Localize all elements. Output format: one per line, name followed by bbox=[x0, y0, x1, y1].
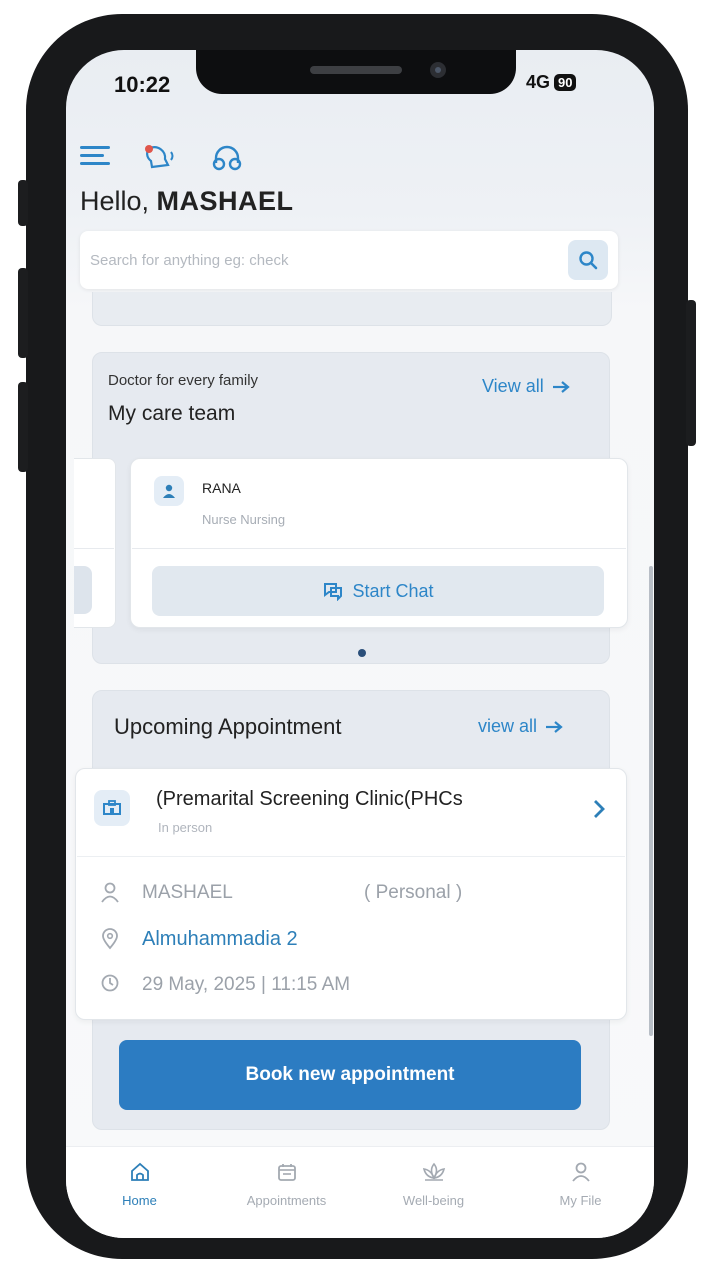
nav-label: Home bbox=[122, 1193, 157, 1208]
doctor-role: Nurse Nursing bbox=[202, 512, 286, 527]
appointment-section-title: Upcoming Appointment bbox=[114, 714, 342, 739]
appointment-card-divider bbox=[77, 856, 625, 857]
battery-icon: 90 bbox=[554, 74, 577, 91]
appointment-view-all-link[interactable]: view all bbox=[478, 716, 563, 737]
phone-power-button bbox=[686, 300, 696, 446]
appointment-datetime: 29 May, 2025 | 11:15 AM bbox=[142, 974, 351, 995]
arrow-right-icon bbox=[552, 380, 570, 393]
appointment-location[interactable]: Almuhammadia 2 bbox=[142, 928, 298, 951]
nav-label: Well-being bbox=[402, 1193, 465, 1208]
doctor-name: RANA bbox=[202, 480, 241, 496]
phone-side-button bbox=[18, 180, 28, 226]
notification-bell-icon[interactable] bbox=[138, 143, 178, 178]
calendar-icon bbox=[277, 1164, 296, 1181]
chat-icon bbox=[324, 583, 343, 601]
bottom-navigation: Home Appointments Well-being My File bbox=[66, 1146, 654, 1238]
clock-icon bbox=[100, 973, 120, 998]
nav-label: My File bbox=[559, 1193, 602, 1208]
clinic-name: (Premarital Screening Clinic(PHCs bbox=[156, 788, 463, 810]
book-new-appointment-button[interactable]: Book new appointment bbox=[119, 1040, 581, 1110]
previous-card-chat-button[interactable] bbox=[74, 566, 92, 614]
menu-icon[interactable] bbox=[80, 143, 112, 174]
search-input[interactable] bbox=[90, 245, 550, 275]
appointment-type: In person bbox=[158, 820, 213, 835]
start-chat-label: Start Chat bbox=[352, 580, 434, 601]
chevron-right-icon[interactable] bbox=[592, 798, 606, 825]
user-name: MASHAEL bbox=[156, 186, 294, 216]
greeting: Hello, MASHAEL bbox=[80, 186, 294, 217]
search-bar bbox=[80, 231, 618, 289]
care-team-subtitle: Doctor for every family bbox=[108, 372, 259, 389]
care-team-view-all-link[interactable]: View all bbox=[482, 376, 570, 397]
patient-name: MASHAEL bbox=[142, 882, 233, 903]
user-icon bbox=[571, 1162, 590, 1182]
doctor-avatar-icon bbox=[154, 476, 184, 506]
network-type: 4G bbox=[526, 72, 551, 92]
headset-support-icon[interactable] bbox=[210, 143, 244, 178]
nav-appointments[interactable]: Appointments bbox=[213, 1147, 360, 1238]
nav-my-file[interactable]: My File bbox=[507, 1147, 654, 1238]
previous-card-edge bbox=[92, 292, 612, 326]
camera bbox=[430, 62, 446, 78]
search-icon bbox=[579, 251, 598, 270]
care-team-title: My care team bbox=[108, 402, 236, 425]
search-button[interactable] bbox=[568, 240, 608, 280]
carousel-indicator-dot bbox=[358, 649, 366, 657]
phone-volume-down bbox=[18, 382, 28, 472]
view-all-label: View all bbox=[482, 376, 544, 396]
previous-card-divider bbox=[74, 548, 114, 549]
nav-home[interactable]: Home bbox=[66, 1147, 213, 1238]
lotus-icon bbox=[422, 1162, 445, 1181]
home-icon bbox=[130, 1162, 149, 1181]
location-pin-icon bbox=[100, 928, 120, 955]
nav-well-being[interactable]: Well-being bbox=[360, 1147, 507, 1238]
phone-volume-up bbox=[18, 268, 28, 358]
nav-label: Appointments bbox=[246, 1193, 327, 1208]
speaker bbox=[310, 66, 402, 74]
status-indicators: 4G 90 bbox=[526, 72, 577, 93]
patient-relation: ( Personal ) bbox=[364, 882, 463, 903]
view-all-label: view all bbox=[478, 716, 538, 736]
start-chat-button[interactable]: Start Chat bbox=[152, 566, 604, 616]
person-icon bbox=[100, 881, 120, 908]
clinic-building-icon bbox=[94, 790, 130, 826]
status-time: 10:22 bbox=[114, 72, 171, 97]
arrow-right-icon bbox=[546, 720, 563, 733]
greeting-prefix: Hello, bbox=[80, 186, 150, 216]
scrollbar[interactable] bbox=[649, 566, 653, 1036]
doctor-card-divider bbox=[132, 548, 626, 549]
